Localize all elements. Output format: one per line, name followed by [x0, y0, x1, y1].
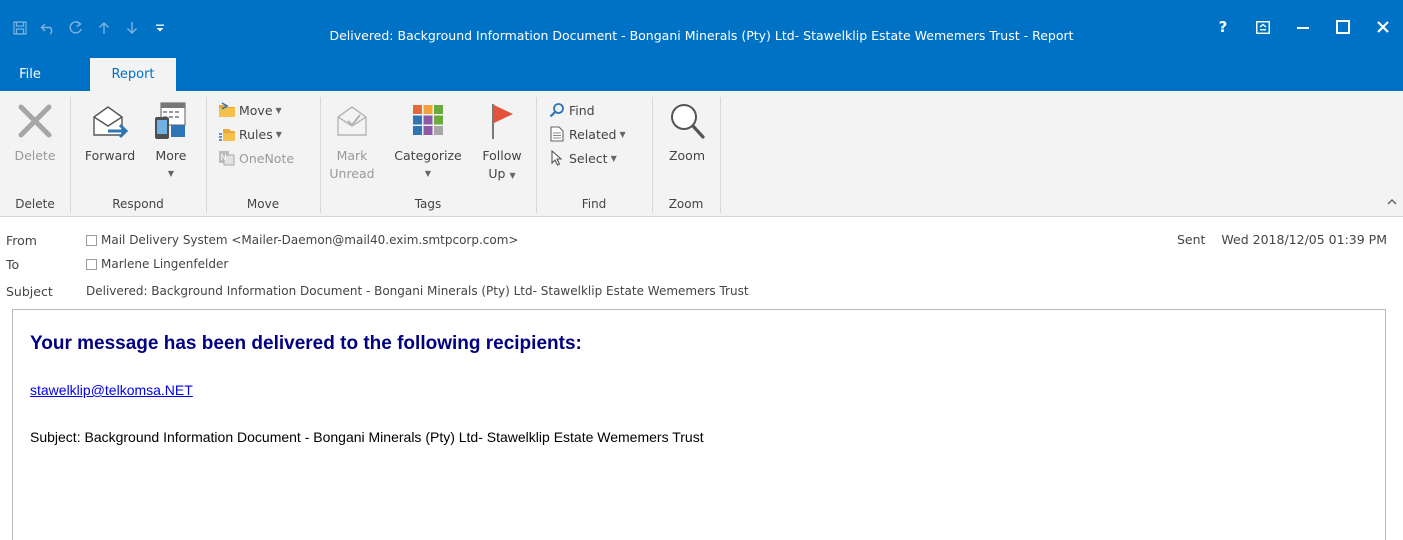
subject-label: Subject: [6, 283, 53, 299]
from-address: Mail Delivery System <Mailer-Daemon@mail…: [101, 233, 519, 247]
zoom-icon: [667, 99, 707, 143]
delete-icon: [17, 99, 53, 143]
from-value[interactable]: Mail Delivery System <Mailer-Daemon@mail…: [86, 233, 518, 247]
categorize-button[interactable]: Categorize ▼: [382, 99, 474, 183]
select-button[interactable]: Select ▼: [548, 147, 617, 169]
sent-value: Wed 2018/12/05 01:39 PM: [1221, 232, 1387, 247]
cursor-icon: [548, 149, 566, 167]
sent-label: Sent: [1176, 232, 1206, 247]
maximize-button[interactable]: [1323, 10, 1363, 44]
search-icon: [548, 101, 566, 119]
subject-value: Delivered: Background Information Docume…: [86, 284, 749, 298]
group-label-move: Move: [246, 197, 280, 211]
group-label-find: Find: [581, 197, 607, 211]
maximize-icon: [1336, 20, 1350, 34]
zoom-label: Zoom: [668, 148, 706, 163]
window-controls: ?: [1203, 10, 1403, 44]
mark-unread-button[interactable]: Mark Unread: [326, 99, 378, 183]
ribbon-tabs: File Report: [0, 58, 1403, 91]
categorize-label: Categorize: [394, 148, 462, 163]
svg-text:N: N: [221, 153, 227, 162]
flag-icon: [487, 99, 517, 143]
contact-checkbox-icon: [86, 234, 97, 246]
minimize-icon: [1297, 27, 1309, 29]
more-respond-label: More: [155, 148, 187, 163]
move-caret-icon: ▼: [275, 105, 282, 115]
delete-button[interactable]: Delete: [4, 99, 66, 165]
group-label-zoom: Zoom: [668, 197, 704, 211]
categorize-icon: [411, 99, 445, 143]
delivery-heading: Your message has been delivered to the f…: [30, 333, 582, 354]
more-respond-icon: [153, 99, 189, 143]
related-document-icon: [548, 125, 566, 143]
follow-up-label-2: Up ▼: [488, 166, 516, 181]
find-label: Find: [569, 102, 595, 118]
related-button[interactable]: Related ▼: [548, 123, 626, 145]
close-button[interactable]: [1363, 10, 1403, 44]
forward-icon: [88, 99, 132, 143]
follow-up-label-1: Follow: [482, 148, 522, 163]
contact-checkbox-icon: [86, 258, 97, 270]
group-label-tags: Tags: [414, 197, 442, 211]
close-icon: [1377, 21, 1389, 33]
help-button[interactable]: ?: [1203, 10, 1243, 44]
recipient-link[interactable]: stawelklip@telkomsa.NET: [30, 382, 193, 398]
body-subject-line: Subject: Background Information Document…: [30, 429, 704, 445]
mark-unread-label-1: Mark: [336, 148, 368, 163]
group-divider: [652, 97, 653, 213]
select-label: Select: [569, 150, 608, 166]
to-label: To: [6, 256, 20, 272]
mark-unread-label-2: Unread: [329, 166, 375, 181]
group-divider: [70, 97, 71, 213]
more-respond-button[interactable]: More ▼: [146, 99, 196, 183]
ribbon: Delete Delete Forward More ▼ Respond Mov…: [0, 91, 1403, 217]
group-divider: [206, 97, 207, 213]
move-folder-icon: [218, 101, 236, 119]
related-caret-icon: ▼: [619, 129, 626, 139]
zoom-button[interactable]: Zoom: [658, 99, 716, 165]
from-label: From: [6, 232, 37, 248]
title-bar: Delivered: Background Information Docume…: [0, 0, 1403, 58]
tab-report[interactable]: Report: [90, 58, 176, 91]
delete-label: Delete: [14, 148, 56, 163]
related-label: Related: [569, 126, 617, 142]
ribbon-display-icon: [1256, 20, 1270, 34]
collapse-ribbon-button[interactable]: [1387, 195, 1397, 209]
forward-button[interactable]: Forward: [76, 99, 144, 165]
onenote-icon: N: [218, 149, 236, 167]
move-label: Move: [239, 102, 273, 118]
minimize-button[interactable]: [1283, 10, 1323, 44]
to-recipient: Marlene Lingenfelder: [101, 257, 229, 271]
message-body: Your message has been delivered to the f…: [12, 309, 1386, 540]
follow-up-button[interactable]: Follow Up ▼: [474, 99, 530, 185]
more-respond-caret-icon: ▼: [167, 169, 175, 178]
select-caret-icon: ▼: [610, 153, 617, 163]
mark-unread-icon: [334, 99, 370, 143]
onenote-button[interactable]: N OneNote: [218, 147, 294, 169]
to-value[interactable]: Marlene Lingenfelder: [86, 257, 228, 271]
forward-label: Forward: [84, 148, 136, 163]
group-label-delete: Delete: [15, 197, 55, 211]
onenote-label: OneNote: [239, 150, 295, 166]
group-divider: [536, 97, 537, 213]
chevron-up-icon: [1387, 198, 1397, 205]
rules-button[interactable]: Rules ▼: [218, 123, 282, 145]
rules-icon: [218, 125, 236, 143]
group-divider: [720, 97, 721, 213]
sent-info: Sent Wed 2018/12/05 01:39 PM: [1177, 232, 1387, 247]
rules-caret-icon: ▼: [275, 129, 282, 139]
rules-label: Rules: [239, 126, 273, 142]
to-row: To Marlene Lingenfelder: [0, 254, 1403, 274]
group-label-respond: Respond: [112, 197, 164, 211]
tab-file[interactable]: File: [0, 58, 60, 91]
help-icon: ?: [1218, 18, 1228, 36]
find-button[interactable]: Find: [548, 99, 595, 121]
categorize-caret-icon: ▼: [424, 169, 432, 178]
ribbon-display-options-button[interactable]: [1243, 10, 1283, 44]
group-divider: [320, 97, 321, 213]
subject-row: Subject Delivered: Background Informatio…: [0, 281, 1403, 301]
move-button[interactable]: Move ▼: [218, 99, 282, 121]
